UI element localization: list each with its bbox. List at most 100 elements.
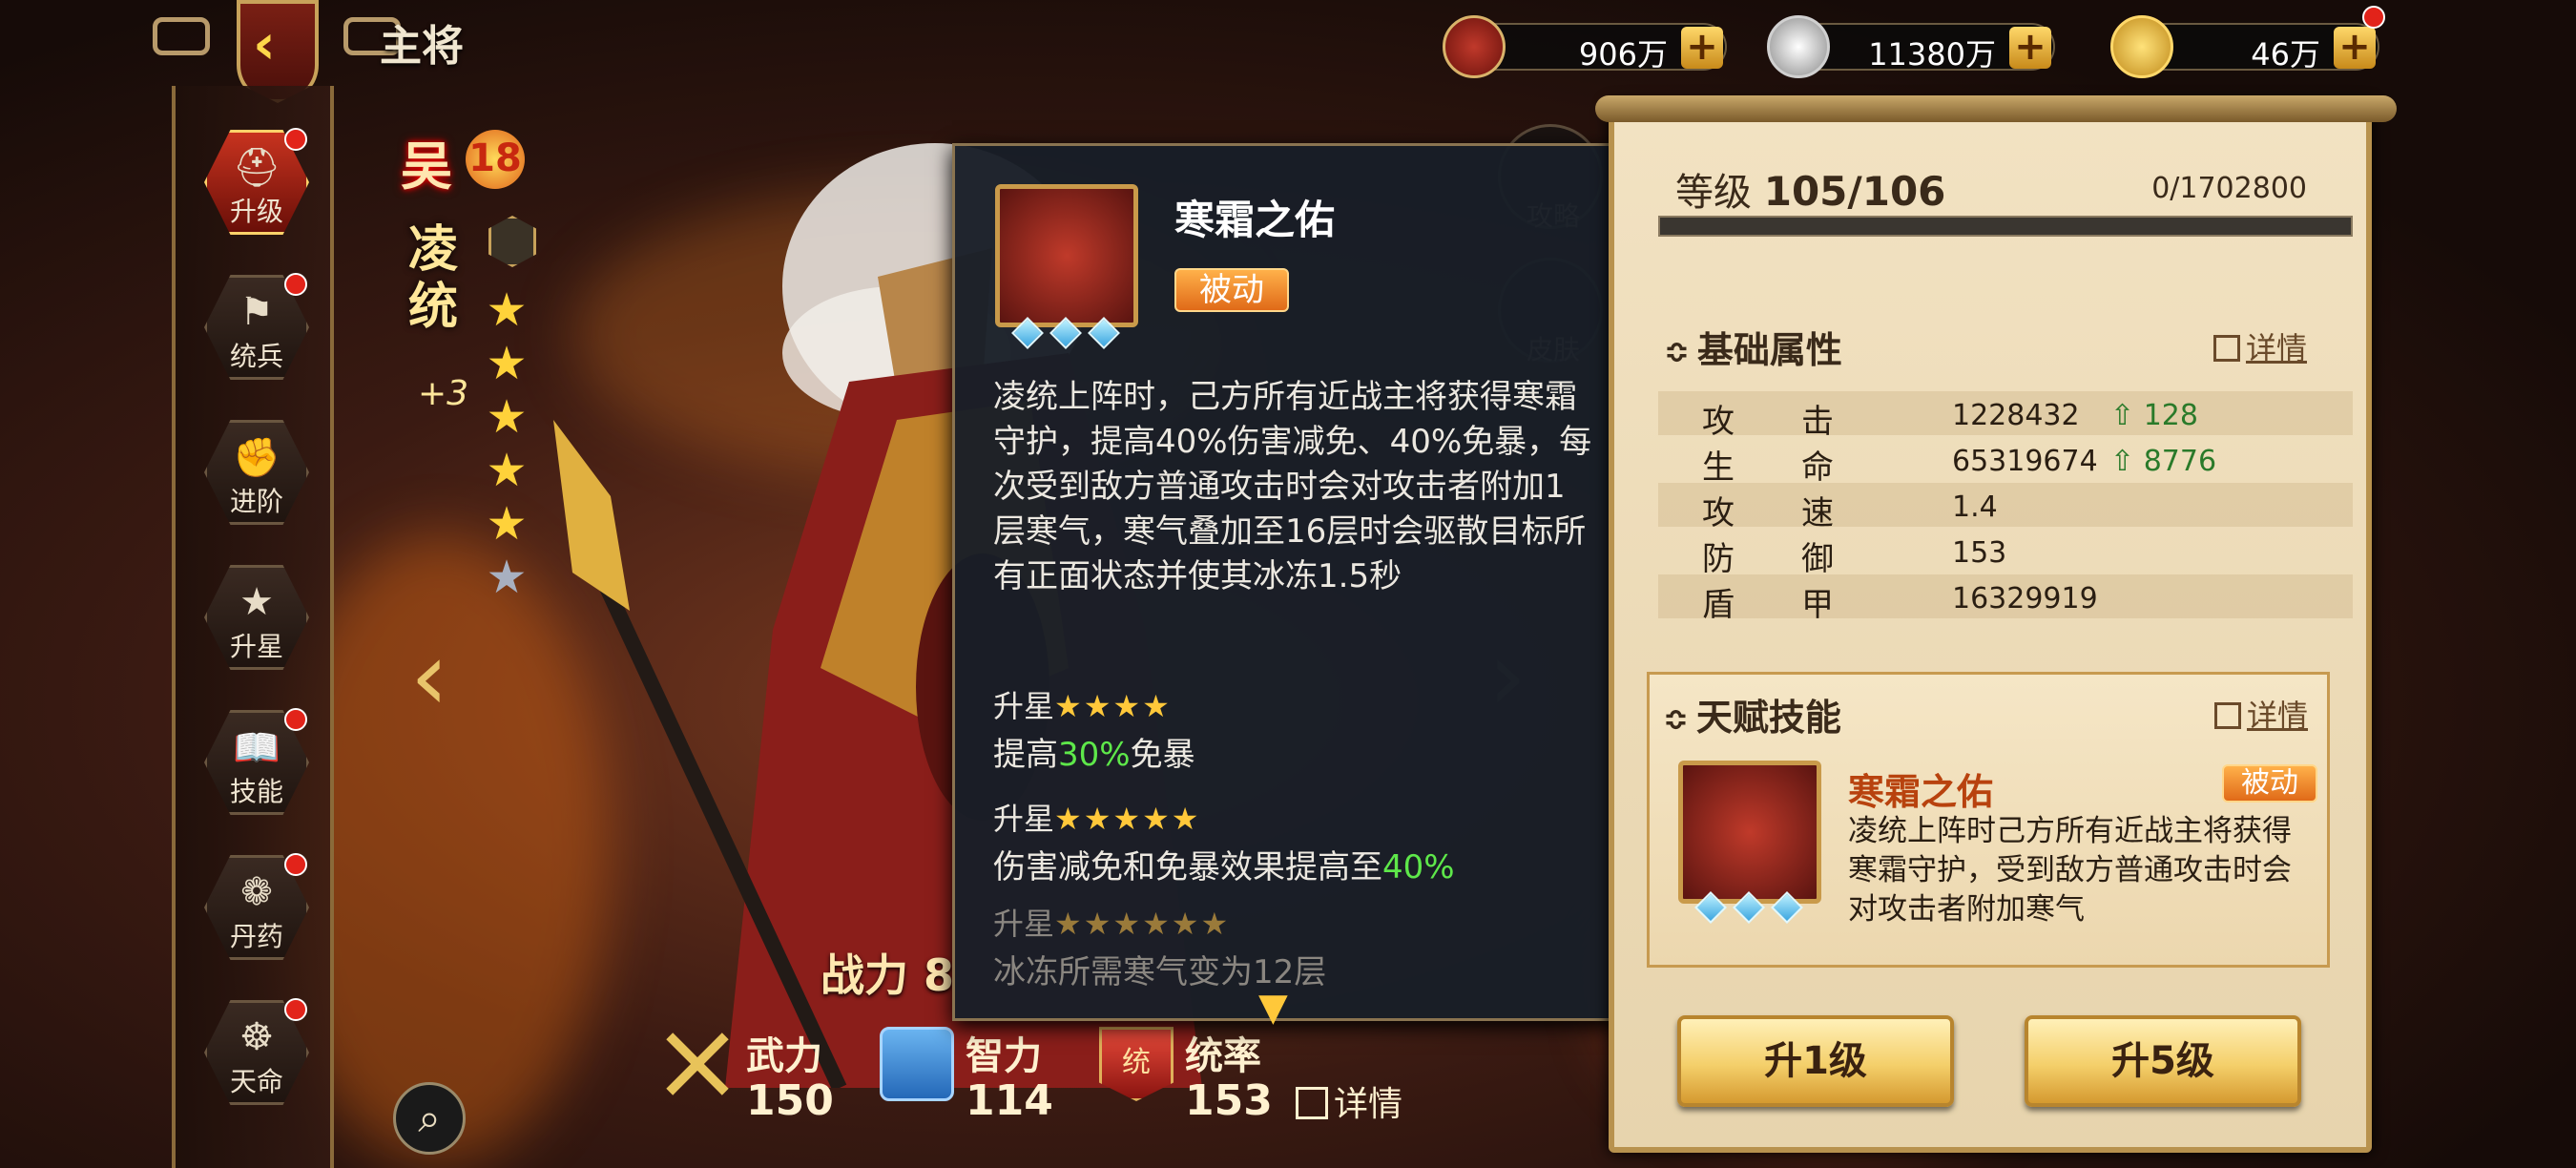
notification-dot bbox=[284, 998, 307, 1021]
resource-military: 906万 + bbox=[1443, 15, 1727, 78]
nav-label: 天命 bbox=[229, 1066, 283, 1097]
back-arrow-icon: ‹ bbox=[253, 11, 276, 76]
add-silver-button[interactable]: + bbox=[2009, 27, 2051, 69]
panel-rail bbox=[1595, 95, 2397, 122]
nav-label: 丹药 bbox=[229, 921, 283, 952]
base-attr-title: ≎ 基础属性 bbox=[1664, 329, 1842, 371]
talent-skill-box: ≎ 天赋技能 详情 寒霜之佑 被动 凌统上阵时己方所有近战主将获得寒霜守护，受到敌… bbox=[1647, 672, 2330, 968]
star-icon: ★ bbox=[486, 497, 528, 551]
attr-value: 114 bbox=[966, 1076, 1053, 1125]
add-gold-button[interactable]: + bbox=[2334, 27, 2376, 69]
star-icon: ★ bbox=[486, 337, 528, 390]
notification-dot bbox=[284, 128, 307, 151]
stat-row: 攻击 1228432 ⇧ 128 bbox=[1658, 391, 2353, 441]
nav-label: 统兵 bbox=[229, 341, 283, 372]
upgrade-1-stars: 升星★★★★ bbox=[993, 688, 1172, 724]
nav-item-destiny[interactable]: ☸ 天命 bbox=[197, 994, 317, 1115]
chevron-icon: ≎ bbox=[1664, 334, 1690, 370]
game-screen: ‹ 主将 906万 + 11380万 + 46万 + ⛑ 升级 ⚑ 统兵 ✊ 进… bbox=[0, 0, 2576, 1168]
star-icon: ★ bbox=[486, 444, 528, 497]
zoom-icon[interactable]: ⌕ bbox=[393, 1082, 466, 1155]
attr-name: 智力 bbox=[966, 1034, 1042, 1078]
attr-value: 153 bbox=[1185, 1076, 1273, 1125]
nav-item-troops[interactable]: ⚑ 统兵 bbox=[197, 269, 317, 389]
resource-military-value: 906万 bbox=[1578, 36, 1668, 73]
faction-badge: 吴 18 bbox=[401, 124, 525, 200]
edit-icon bbox=[1296, 1087, 1328, 1119]
talent-title: ≎ 天赋技能 bbox=[1663, 697, 1841, 739]
resource-gold: 46万 + bbox=[2110, 6, 2385, 78]
book-icon: 📖 bbox=[233, 726, 280, 770]
stat-up: ⇧ 128 bbox=[2110, 399, 2198, 432]
skill-name: 寒霜之佑 bbox=[1174, 197, 1336, 243]
level-up-1-button[interactable]: 升1级 bbox=[1677, 1015, 1954, 1107]
shield-token-icon bbox=[1443, 15, 1506, 78]
level-display: 等级 105/106 bbox=[1675, 168, 1946, 215]
passive-tag: 被动 bbox=[1174, 268, 1289, 312]
attr-name: 武力 bbox=[746, 1034, 822, 1078]
nav-item-advance[interactable]: ✊ 进阶 bbox=[197, 414, 317, 534]
elixir-icon: ❁ bbox=[240, 870, 273, 914]
stat-up: ⇧ 8776 bbox=[2110, 445, 2217, 478]
talent-portrait[interactable] bbox=[1678, 761, 1821, 904]
detail-label: 详情 bbox=[1334, 1085, 1403, 1124]
hero-info-panel: 等级 105/106 0/1702800 ≎ 基础属性 详情 攻击 1228432 ⇧… bbox=[1595, 95, 2397, 1153]
stat-row: 攻速 1.4 bbox=[1658, 483, 2353, 532]
gold-ingot-icon bbox=[2110, 15, 2173, 78]
chevron-icon: ≎ bbox=[1663, 701, 1689, 738]
gold-notification-dot bbox=[2362, 6, 2385, 29]
back-button[interactable]: ‹ bbox=[153, 0, 401, 103]
upgrade-2-text: 伤害减免和免暴效果提高至40% bbox=[993, 848, 1455, 886]
attr-force: 武力 150 bbox=[649, 992, 878, 1168]
scroll-down-icon[interactable]: ▼ bbox=[1258, 986, 1288, 1030]
nav-label: 技能 bbox=[229, 776, 283, 807]
attr-value: 150 bbox=[746, 1076, 834, 1125]
talent-passive-tag: 被动 bbox=[2222, 764, 2317, 803]
star-icon: ★ bbox=[486, 283, 528, 337]
attributes-detail-link[interactable]: 详情 bbox=[1296, 1076, 1402, 1126]
talent-description: 凌统上阵时己方所有近战主将获得寒霜守护，受到敌方普通攻击时会对攻击者附加寒气 bbox=[1848, 814, 2292, 927]
flag-icon: ⚑ bbox=[239, 290, 274, 334]
hero-class-icon bbox=[488, 216, 536, 267]
stat-row: 生命 65319674 ⇧ 8776 bbox=[1702, 445, 2217, 487]
resource-gold-value: 46万 bbox=[2251, 36, 2320, 73]
prev-hero-arrow[interactable]: ‹ bbox=[410, 620, 448, 732]
banner-glyph: 统 bbox=[1122, 1046, 1151, 1079]
base-attr-detail-link[interactable]: 详情 bbox=[2212, 324, 2307, 368]
xp-bar bbox=[1658, 216, 2353, 237]
star-icon: ★ bbox=[239, 580, 274, 624]
helmet-icon: ⛑ bbox=[232, 146, 281, 190]
skill-portrait bbox=[995, 184, 1138, 327]
side-nav: ⛑ 升级 ⚑ 统兵 ✊ 进阶 ★ 升星 📖 技能 ❁ 丹药 ☸ 天命 bbox=[172, 86, 334, 1168]
crossed-swords-icon bbox=[666, 1032, 729, 1095]
resource-silver: 11380万 + bbox=[1767, 15, 2055, 78]
nav-label: 升星 bbox=[229, 631, 283, 662]
star-icon: ★ bbox=[486, 551, 528, 604]
fist-icon: ✊ bbox=[233, 436, 280, 480]
talent-detail-link[interactable]: 详情 bbox=[2213, 692, 2308, 736]
edit-icon bbox=[2212, 335, 2240, 362]
stat-row: 防御 153 bbox=[1702, 536, 2007, 578]
star-icon: ★ bbox=[486, 390, 528, 444]
level-up-5-button[interactable]: 升5级 bbox=[2025, 1015, 2301, 1107]
nav-item-elixir[interactable]: ❁ 丹药 bbox=[197, 849, 317, 970]
notification-dot bbox=[284, 273, 307, 296]
banner-icon: 统 bbox=[1099, 1027, 1174, 1101]
hero-name: 凌统 bbox=[408, 221, 459, 336]
coin-icon bbox=[1767, 15, 1830, 78]
skill-description: 凌统上阵时，己方所有近战主将获得寒霜守护，提高40%伤害减免、40%免暴，每次受… bbox=[993, 378, 1592, 595]
nav-item-upgrade[interactable]: ⛑ 升级 bbox=[197, 124, 317, 244]
resource-silver-value: 11380万 bbox=[1868, 36, 1996, 73]
faction-name: 吴 bbox=[401, 136, 452, 197]
hero-level-badge: 18 bbox=[466, 130, 525, 189]
notification-dot bbox=[284, 708, 307, 731]
nav-item-star-up[interactable]: ★ 升星 bbox=[197, 559, 317, 679]
destiny-icon: ☸ bbox=[239, 1015, 274, 1059]
attr-name: 统率 bbox=[1185, 1034, 1261, 1078]
nav-item-skills[interactable]: 📖 技能 bbox=[197, 704, 317, 824]
stat-row: 盾甲 16329919 bbox=[1658, 574, 2353, 624]
frame-ornament-left bbox=[153, 17, 210, 55]
edit-icon bbox=[2213, 702, 2241, 729]
talent-name: 寒霜之佑 bbox=[1848, 771, 1994, 813]
add-military-button[interactable]: + bbox=[1681, 27, 1723, 69]
